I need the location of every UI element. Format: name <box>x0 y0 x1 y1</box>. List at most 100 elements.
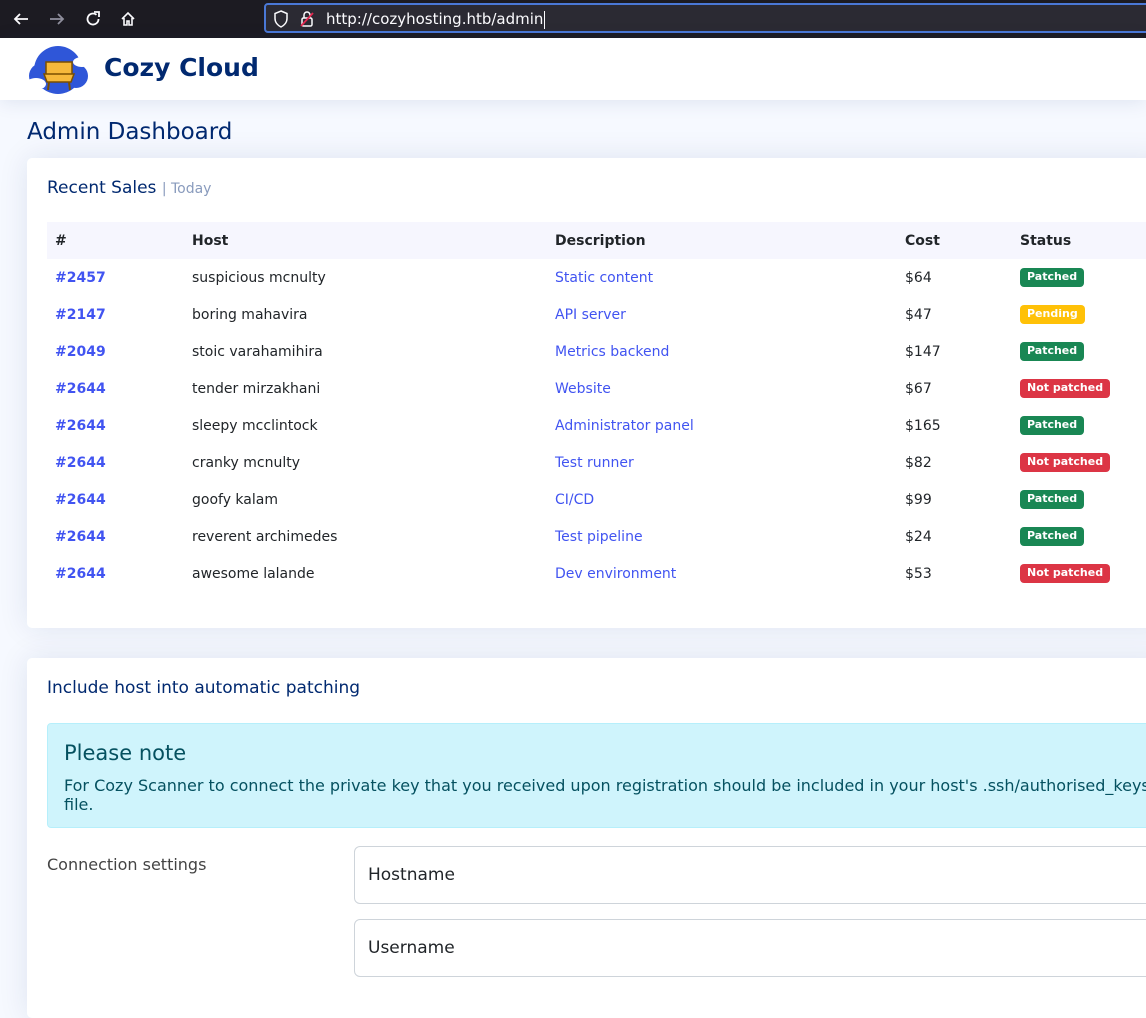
cost-cell: $24 <box>905 528 932 545</box>
cost-cell: $64 <box>905 269 932 286</box>
status-badge: Patched <box>1020 268 1085 287</box>
forward-arrow-icon[interactable] <box>43 5 71 33</box>
status-badge: Patched <box>1020 342 1085 361</box>
row-id-cell: #2049 <box>47 333 184 370</box>
row-id-cell: #2644 <box>47 555 184 592</box>
hostname-input[interactable] <box>354 846 1146 904</box>
order-id-link[interactable]: #2457 <box>55 270 106 286</box>
host-cell: suspicious mcnulty <box>192 269 326 286</box>
description-link[interactable]: Static content <box>555 270 653 286</box>
table-row: #2049 stoic varahamihira Metrics backend $1… <box>47 333 1146 370</box>
order-id-link[interactable]: #2644 <box>55 455 106 471</box>
reload-icon[interactable] <box>79 5 107 33</box>
column-header: Cost <box>905 232 940 249</box>
description-cell: Metrics backend <box>547 333 897 370</box>
table-row: #2644 tender mirzakhani Website $67 Not patc… <box>47 370 1146 407</box>
description-link[interactable]: API server <box>555 307 626 323</box>
table-row: #2644 reverent archimedes Test pipeline $24… <box>47 518 1146 555</box>
order-id-link[interactable]: #2644 <box>55 492 106 508</box>
shield-icon[interactable] <box>273 10 289 33</box>
status-badge: Not patched <box>1020 564 1111 583</box>
cost-cell: $147 <box>905 343 941 360</box>
cost-cell: $99 <box>905 491 932 508</box>
description-cell: Dev environment <box>547 555 897 592</box>
column-header: Description <box>555 232 646 249</box>
cloud-logo-icon[interactable] <box>24 40 94 98</box>
order-id-link[interactable]: #2644 <box>55 418 106 434</box>
table-row: #2147 boring mahavira API server $47 Pending <box>47 296 1146 333</box>
table-row: #2644 goofy kalam CI/CD $99 Patched <box>47 481 1146 518</box>
column-header: Status <box>1020 232 1072 249</box>
cost-cell: $53 <box>905 565 932 582</box>
description-link[interactable]: Dev environment <box>555 566 676 582</box>
patching-card: Include host into automatic patching Ple… <box>27 658 1146 1018</box>
browser-toolbar: http://cozyhosting.htb/admin <box>0 0 1146 38</box>
recent-sales-subtitle: | Today <box>161 181 212 197</box>
lock-icon[interactable] <box>300 10 314 33</box>
order-id-link[interactable]: #2049 <box>55 344 106 360</box>
recent-sales-title: Recent Sales <box>47 178 157 198</box>
table-row: #2457 suspicious mcnulty Static content $64… <box>47 259 1146 296</box>
order-id-link[interactable]: #2644 <box>55 529 106 545</box>
status-cell: Not patched <box>1012 555 1146 592</box>
column-header: Host <box>192 232 229 249</box>
status-cell: Patched <box>1012 259 1146 296</box>
description-link[interactable]: CI/CD <box>555 492 594 508</box>
status-cell: Not patched <box>1012 444 1146 481</box>
row-id-cell: #2644 <box>47 481 184 518</box>
host-cell: cranky mcnulty <box>192 454 300 471</box>
info-alert: Please note For Cozy Scanner to connect … <box>47 723 1146 828</box>
table-row: #2644 sleepy mcclintock Administrator pane… <box>47 407 1146 444</box>
column-header: # <box>55 232 67 249</box>
card-title: Recent Sales | Today <box>47 178 211 198</box>
cost-cell: $47 <box>905 306 932 323</box>
host-cell: goofy kalam <box>192 491 278 508</box>
host-cell: reverent archimedes <box>192 528 338 545</box>
address-bar[interactable]: http://cozyhosting.htb/admin <box>264 3 1146 33</box>
connection-settings-label: Connection settings <box>47 855 207 874</box>
description-cell: CI/CD <box>547 481 897 518</box>
table-row: #2644 awesome lalande Dev environment $53 No… <box>47 555 1146 592</box>
home-icon[interactable] <box>114 5 142 33</box>
row-id-cell: #2457 <box>47 259 184 296</box>
table-header-row: # Host Description Cost Status <box>47 222 1146 259</box>
status-cell: Patched <box>1012 407 1146 444</box>
order-id-link[interactable]: #2147 <box>55 307 106 323</box>
brand-name[interactable]: Cozy Cloud <box>104 53 259 82</box>
order-id-link[interactable]: #2644 <box>55 381 106 397</box>
recent-sales-card: Recent Sales | Today # Host Description … <box>27 158 1146 628</box>
status-badge: Patched <box>1020 527 1085 546</box>
description-link[interactable]: Website <box>555 381 611 397</box>
status-cell: Not patched <box>1012 370 1146 407</box>
table-row: #2644 cranky mcnulty Test runner $82 Not pat… <box>47 444 1146 481</box>
description-cell: Test pipeline <box>547 518 897 555</box>
description-link[interactable]: Test runner <box>555 455 634 471</box>
host-cell: sleepy mcclintock <box>192 417 318 434</box>
order-id-link[interactable]: #2644 <box>55 566 106 582</box>
status-cell: Patched <box>1012 481 1146 518</box>
url-text[interactable]: http://cozyhosting.htb/admin <box>326 10 546 29</box>
description-link[interactable]: Metrics backend <box>555 344 669 360</box>
row-id-cell: #2644 <box>47 407 184 444</box>
status-cell: Pending <box>1012 296 1146 333</box>
row-id-cell: #2147 <box>47 296 184 333</box>
back-arrow-icon[interactable] <box>7 5 35 33</box>
host-cell: stoic varahamihira <box>192 343 323 360</box>
description-cell: Website <box>547 370 897 407</box>
description-link[interactable]: Test pipeline <box>555 529 643 545</box>
status-badge: Patched <box>1020 416 1085 435</box>
username-input[interactable] <box>354 919 1146 977</box>
host-cell: boring mahavira <box>192 306 308 323</box>
row-id-cell: #2644 <box>47 444 184 481</box>
cost-cell: $165 <box>905 417 941 434</box>
patching-title: Include host into automatic patching <box>47 678 361 698</box>
status-badge: Not patched <box>1020 379 1111 398</box>
sales-table: # Host Description Cost Status #2457 susp… <box>47 222 1146 592</box>
description-cell: Static content <box>547 259 897 296</box>
description-cell: API server <box>547 296 897 333</box>
status-badge: Not patched <box>1020 453 1111 472</box>
site-header: Cozy Cloud <box>0 38 1146 100</box>
description-cell: Test runner <box>547 444 897 481</box>
description-cell: Administrator panel <box>547 407 897 444</box>
description-link[interactable]: Administrator panel <box>555 418 694 434</box>
